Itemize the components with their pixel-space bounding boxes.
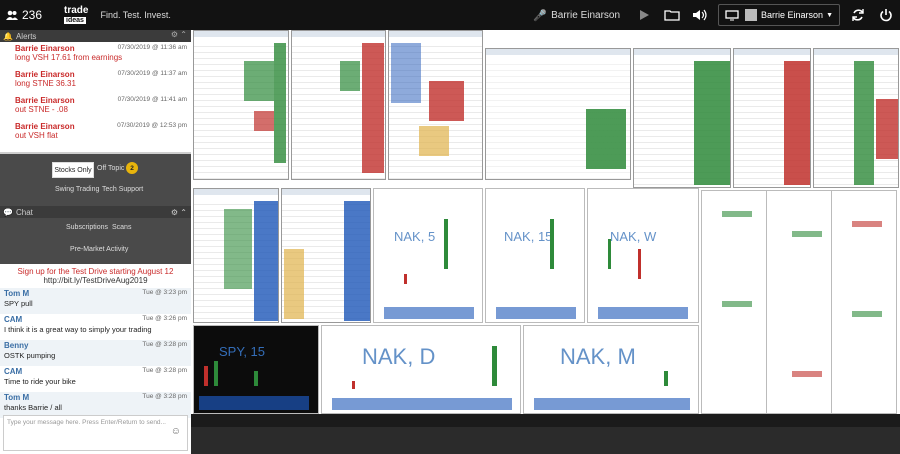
chevron-down-icon: ▼ (826, 11, 833, 19)
folder-icon[interactable] (658, 0, 686, 30)
users-icon (6, 10, 18, 20)
chat-message: CAM Tue @ 3:28 pm Time to ride your bike (4, 367, 187, 386)
windows-taskbar (191, 414, 900, 427)
scan-window (733, 48, 811, 188)
alerts-header: 🔔 Alerts ⚙ ⌃ (0, 30, 191, 42)
chat-title: Chat (15, 207, 33, 217)
users-count: 236 (22, 8, 43, 22)
play-icon[interactable] (630, 0, 658, 30)
alerts-list: Barrie Einarson 07/30/2019 @ 11:36 am long… (0, 42, 191, 152)
chart-label: NAK, 5 (394, 229, 436, 244)
chart-nak-5: NAK, 5 (373, 188, 483, 323)
avatar (745, 9, 758, 21)
scan-window (291, 30, 386, 180)
chart-label: SPY, 15 (219, 344, 266, 359)
emoji-icon[interactable]: ☺ (171, 426, 181, 437)
pre-market-tab[interactable]: Pre-Market Activity (70, 246, 128, 253)
chart-nak-m: NAK, M (523, 325, 699, 414)
promo-link[interactable]: http://bit.ly/TestDriveAug2019 (0, 276, 191, 285)
chat-messages: Tom M Tue @ 3:23 pm SPY pull CAM Tue @ 3:26… (0, 288, 191, 420)
host-name: Barrie Einarson (551, 9, 621, 21)
microphone-icon[interactable]: 🎤 (533, 9, 547, 22)
bell-icon: 🔔 (3, 31, 13, 41)
chart-spy-15: SPY, 15 (193, 325, 319, 414)
settings-gear-icon[interactable]: ⚙ ⌃ (171, 30, 187, 39)
chat-channels: Subscriptions Scans Pre-Market Activity (0, 218, 191, 264)
alert-item: Barrie Einarson 07/30/2019 @ 12:53 pm out … (15, 122, 187, 140)
chart-label: NAK, D (362, 344, 436, 369)
chat-icon: 💬 (3, 207, 13, 217)
promo-banner: Sign up for the Test Drive starting Augu… (0, 264, 191, 288)
chat-message: CAM Tue @ 3:26 pm I think it is a great wa… (4, 315, 187, 334)
account-menu[interactable]: Barrie Einarson ▼ (718, 4, 840, 26)
chart-nak-d: NAK, D (321, 325, 521, 414)
scan-window (813, 48, 899, 188)
chart-label: NAK, W (610, 229, 657, 244)
tagline: Find. Test. Invest. (100, 10, 171, 20)
alert-item: Barrie Einarson 07/30/2019 @ 11:36 am long… (15, 44, 187, 62)
channel-filters: Stocks Only Off Topic 2 Swing Trading Te… (0, 154, 191, 206)
shared-screen: NAK, 5 NAK, 15 NAK, W SPY, 15 NAK, D NAK… (191, 30, 900, 454)
account-name: Barrie Einarson (761, 10, 824, 20)
alerts-title: Alerts (15, 31, 37, 41)
monitor-icon (725, 9, 739, 20)
chart-nak-15: NAK, 15 (485, 188, 585, 323)
chat-settings-icon[interactable]: ⚙ ⌃ (168, 206, 187, 218)
top-bar: 236 trade ideas Find. Test. Invest. 🎤 Ba… (0, 0, 900, 30)
off-topic-tab[interactable]: Off Topic (97, 165, 124, 172)
stocks-only-button[interactable]: Stocks Only (52, 162, 94, 178)
chart-nak-w: NAK, W (587, 188, 699, 323)
scan-window (193, 188, 279, 323)
chart-label: NAK, M (560, 344, 636, 369)
alert-item: Barrie Einarson 07/30/2019 @ 11:37 am long… (15, 70, 187, 88)
power-icon[interactable] (872, 0, 900, 30)
scan-window (281, 188, 371, 323)
scan-window (633, 48, 731, 188)
off-topic-badge: 2 (126, 162, 138, 174)
chat-message: Benny Tue @ 3:28 pm OSTK pumping (0, 340, 191, 366)
volume-icon[interactable] (686, 0, 714, 30)
chart-label: NAK, 15 (504, 229, 553, 244)
swing-trading-tab[interactable]: Swing Trading (55, 186, 99, 193)
scan-window (193, 30, 289, 180)
scans-tab[interactable]: Scans (112, 224, 131, 231)
small-charts-grid (701, 190, 897, 414)
chat-input[interactable]: Type your message here. Press Enter/Retu… (3, 415, 188, 451)
subscriptions-tab[interactable]: Subscriptions (66, 224, 108, 231)
trade-ideas-logo[interactable]: trade ideas (64, 5, 88, 25)
chat-header: 💬 Chat ⚙ ⌃ (0, 206, 191, 218)
promo-text: Sign up for the Test Drive starting Augu… (17, 267, 174, 276)
refresh-icon[interactable] (844, 0, 872, 30)
bottom-strip (191, 427, 900, 454)
online-users: 236 (6, 8, 58, 22)
left-panel: 🔔 Alerts ⚙ ⌃ Barrie Einarson 07/30/2019 @… (0, 30, 191, 454)
alert-item: Barrie Einarson 07/30/2019 @ 11:41 am out … (15, 96, 187, 114)
tech-support-tab[interactable]: Tech Support (102, 186, 143, 193)
scan-window (388, 30, 483, 180)
single-stock-window (485, 48, 631, 180)
chat-message: Tom M Tue @ 3:23 pm SPY pull (0, 288, 191, 314)
